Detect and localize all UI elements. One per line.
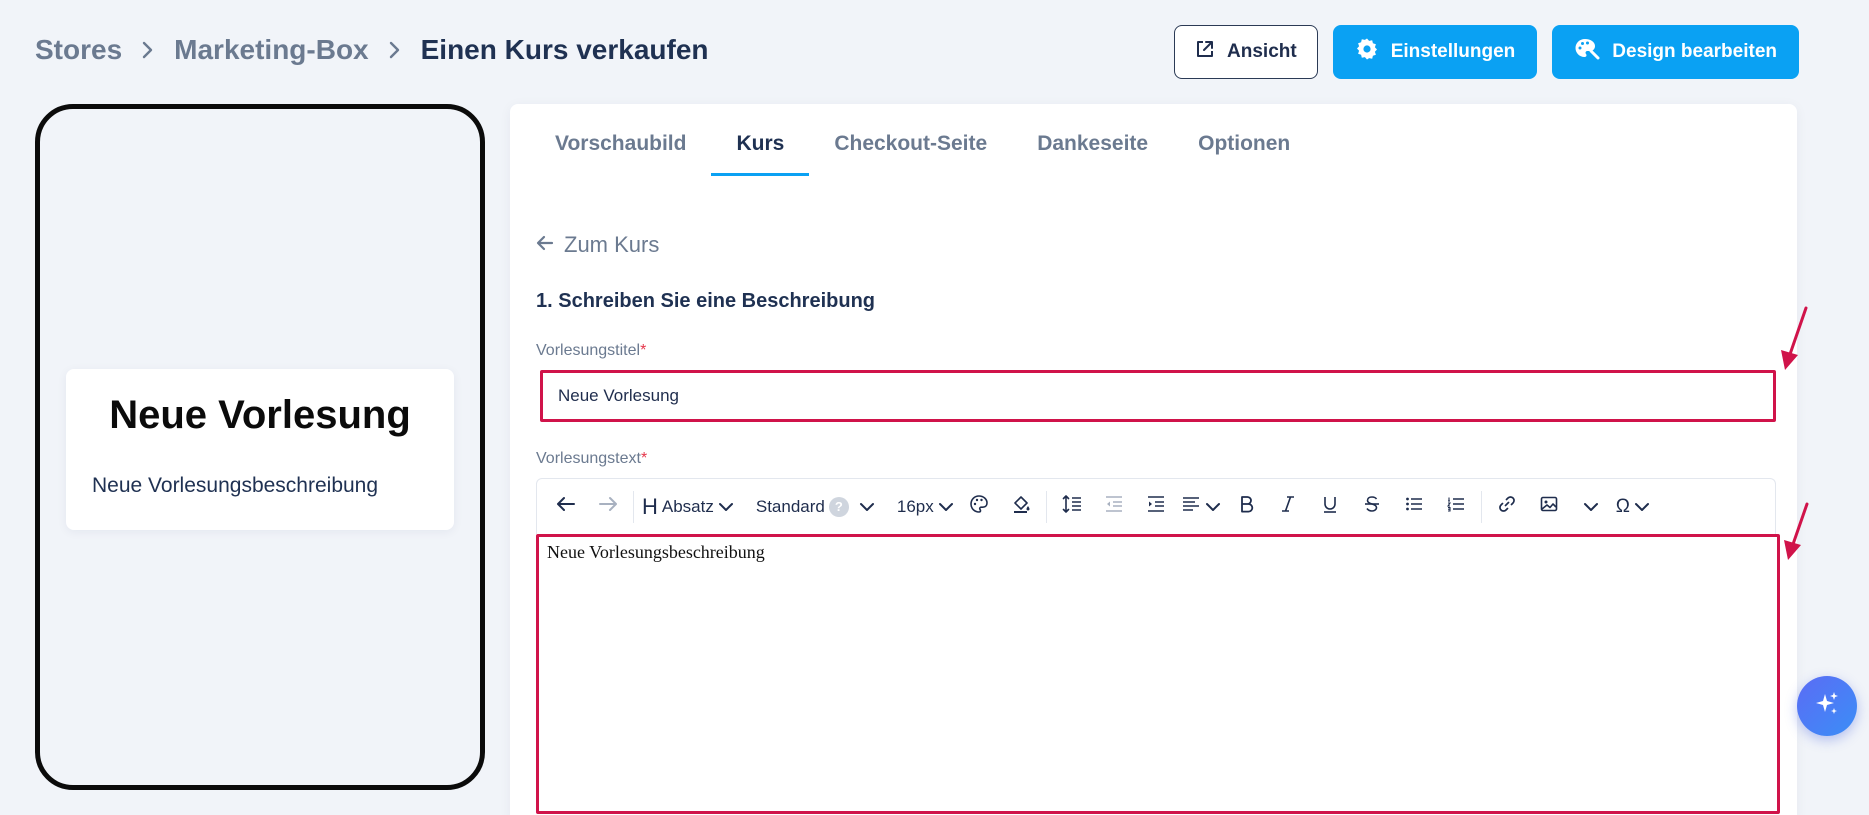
view-button[interactable]: Ansicht	[1174, 25, 1318, 79]
bullet-list-icon	[1405, 496, 1423, 517]
tab-thank-you-page[interactable]: Dankeseite	[1012, 104, 1173, 176]
line-height-icon	[1062, 494, 1082, 519]
edit-design-button[interactable]: Design bearbeiten	[1552, 25, 1799, 79]
chevron-down-icon	[718, 497, 734, 517]
palette-brush-icon	[1574, 37, 1600, 67]
text-color-button[interactable]	[958, 487, 1000, 527]
editor-panel: Vorschaubild Kurs Checkout-Seite Dankese…	[510, 104, 1797, 815]
bold-button[interactable]	[1225, 487, 1267, 527]
rich-text-toolbar: H Absatz Standard ? 16px Ω	[536, 478, 1776, 534]
chevron-down-icon	[1634, 497, 1650, 517]
breadcrumb-marketing-box[interactable]: Marketing-Box	[174, 34, 368, 66]
help-icon: ?	[828, 496, 849, 517]
ai-assistant-button[interactable]	[1797, 676, 1857, 736]
paint-bucket-icon	[1011, 494, 1031, 519]
link-icon	[1498, 495, 1516, 518]
outdent-button[interactable]	[1093, 487, 1135, 527]
text-align-dropdown[interactable]	[1177, 487, 1225, 527]
chevron-right-icon	[136, 38, 160, 62]
settings-button-label: Einstellungen	[1390, 41, 1516, 62]
lecture-text-label-text: Vorlesungstext	[536, 450, 641, 467]
font-family-dropdown[interactable]: Standard ?	[752, 487, 879, 527]
insert-link-button[interactable]	[1486, 487, 1528, 527]
chevron-right-icon	[383, 38, 407, 62]
view-button-label: Ansicht	[1227, 41, 1297, 62]
chevron-down-icon	[1205, 497, 1221, 517]
bold-icon	[1238, 495, 1254, 518]
sparkles-icon	[1812, 689, 1842, 724]
tab-checkout-page[interactable]: Checkout-Seite	[809, 104, 1012, 176]
font-size-dropdown[interactable]: 16px	[893, 487, 958, 527]
chevron-down-icon	[859, 497, 875, 517]
special-character-dropdown[interactable]: Ω	[1612, 487, 1654, 527]
redo-arrow-icon	[598, 495, 618, 518]
more-insert-dropdown[interactable]	[1570, 487, 1612, 527]
toolbar-divider	[1045, 490, 1047, 523]
palette-icon	[969, 494, 989, 519]
mobile-preview: Neue Vorlesung Neue Vorlesungsbeschreibu…	[35, 104, 485, 790]
required-mark: *	[640, 450, 648, 467]
breadcrumb-current: Einen Kurs verkaufen	[420, 34, 709, 65]
preview-title: Neue Vorlesung	[109, 393, 411, 437]
paragraph-format-dropdown[interactable]: H Absatz	[638, 487, 738, 527]
toolbar-divider	[1480, 490, 1482, 523]
preview-card: Neue Vorlesung Neue Vorlesungsbeschreibu…	[66, 369, 454, 530]
chevron-down-icon	[1583, 497, 1599, 517]
section-title: 1. Schreiben Sie eine Beschreibung	[536, 290, 876, 312]
lecture-title-label: Vorlesungstitel*	[536, 342, 646, 360]
paragraph-format-label: Absatz	[661, 496, 714, 516]
lecture-text-editor[interactable]: Neue Vorlesungsbeschreibung	[536, 534, 1780, 814]
italic-button[interactable]	[1267, 487, 1309, 527]
tab-bar: Vorschaubild Kurs Checkout-Seite Dankese…	[530, 104, 1315, 176]
settings-button[interactable]: Einstellungen	[1332, 25, 1538, 79]
underline-button[interactable]	[1309, 487, 1351, 527]
align-left-icon	[1181, 495, 1201, 518]
preview-description: Neue Vorlesungsbeschreibung	[92, 474, 379, 497]
gear-icon	[1355, 37, 1379, 67]
insert-image-button[interactable]	[1528, 487, 1570, 527]
header-actions: Ansicht Einstellungen Design bearbeiten	[1174, 25, 1799, 79]
tab-thumbnail[interactable]: Vorschaubild	[530, 104, 711, 176]
numbered-list-button[interactable]	[1435, 487, 1477, 527]
strikethrough-icon	[1364, 495, 1380, 518]
outdent-icon	[1104, 494, 1124, 519]
font-size-label: 16px	[896, 496, 934, 516]
omega-icon: Ω	[1615, 495, 1630, 517]
redo-button[interactable]	[587, 487, 629, 527]
indent-button[interactable]	[1135, 487, 1177, 527]
back-link-label: Zum Kurs	[564, 232, 660, 257]
background-color-button[interactable]	[1000, 487, 1042, 527]
underline-icon	[1322, 495, 1338, 518]
bullet-list-button[interactable]	[1393, 487, 1435, 527]
lecture-title-label-text: Vorlesungstitel	[536, 342, 641, 359]
indent-icon	[1146, 494, 1166, 519]
undo-button[interactable]	[545, 487, 587, 527]
lecture-title-input[interactable]	[540, 370, 1776, 422]
breadcrumb-stores[interactable]: Stores	[35, 34, 122, 66]
toolbar-divider	[633, 490, 634, 523]
tab-options[interactable]: Optionen	[1173, 104, 1315, 176]
chevron-down-icon	[938, 497, 954, 517]
edit-design-button-label: Design bearbeiten	[1612, 41, 1777, 62]
numbered-list-icon	[1446, 496, 1465, 517]
italic-icon	[1280, 495, 1296, 518]
line-height-button[interactable]	[1051, 487, 1093, 527]
heading-icon: H	[642, 493, 658, 519]
strikethrough-button[interactable]	[1351, 487, 1393, 527]
arrow-left-icon	[536, 232, 554, 258]
lecture-text-label: Vorlesungstext*	[536, 450, 647, 468]
breadcrumb: Stores Marketing-Box Einen Kurs verkaufe…	[35, 34, 709, 66]
font-family-label: Standard	[755, 496, 825, 516]
tab-course[interactable]: Kurs	[711, 104, 810, 176]
back-to-course-link[interactable]: Zum Kurs	[536, 232, 659, 258]
undo-arrow-icon	[556, 495, 576, 518]
image-icon	[1540, 495, 1558, 518]
external-link-icon	[1195, 39, 1215, 65]
required-mark: *	[640, 342, 647, 359]
